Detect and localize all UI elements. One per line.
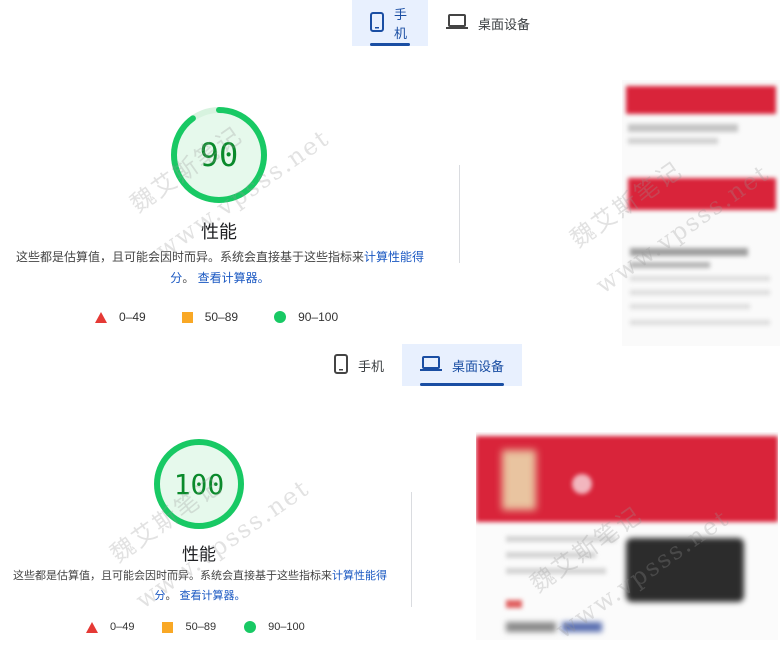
triangle-icon <box>86 621 98 633</box>
triangle-icon <box>95 311 107 323</box>
tab-mobile-label: 手机 <box>358 358 385 374</box>
device-tabs-top: 手机 桌面设备 <box>352 0 548 46</box>
legend-average: 50–89 <box>162 621 216 633</box>
legend-pass-label: 90–100 <box>268 621 305 633</box>
legend-fail-label: 0–49 <box>119 310 146 324</box>
square-icon <box>181 311 193 323</box>
tab-desktop-label: 桌面设备 <box>478 16 531 32</box>
section-divider-bottom <box>411 492 412 607</box>
view-calculator-link[interactable]: 查看计算器。 <box>198 271 270 285</box>
legend-fail-label: 0–49 <box>110 621 135 633</box>
phone-icon <box>334 353 348 377</box>
score-legend-mobile: 0–49 50–89 90–100 <box>95 310 374 324</box>
legend-fail: 0–49 <box>95 310 146 324</box>
square-icon <box>162 621 174 633</box>
tab-mobile[interactable]: 手机 <box>352 0 428 46</box>
tab-mobile-label: 手机 <box>394 7 408 41</box>
desc-text: 这些都是估算值，且可能会因时而异。系统会直接基于这些指标来 <box>15 250 364 264</box>
legend-average: 50–89 <box>181 310 239 324</box>
tab-desktop-label: 桌面设备 <box>452 358 505 374</box>
legend-pass: 90–100 <box>274 310 338 324</box>
laptop-icon <box>420 355 443 375</box>
tab-desktop[interactable]: 桌面设备 <box>428 0 548 46</box>
legend-pass-label: 90–100 <box>298 310 339 324</box>
legend-average-label: 50–89 <box>185 621 217 633</box>
circle-icon <box>274 311 287 323</box>
section-divider-top <box>459 165 460 263</box>
score-description-mobile: 这些都是估算值，且可能会因时而异。系统会直接基于这些指标来计算性能得分。 查看计… <box>10 247 430 289</box>
circle-icon <box>244 621 257 633</box>
legend-pass: 90–100 <box>244 621 305 633</box>
view-calculator-link[interactable]: 查看计算器。 <box>180 590 246 602</box>
legend-average-label: 50–89 <box>204 310 239 324</box>
laptop-icon <box>446 13 468 33</box>
score-legend-desktop: 0–49 50–89 90–100 <box>86 621 305 633</box>
phone-icon <box>370 11 384 35</box>
device-tabs-bottom: 手机 桌面设备 <box>316 344 523 386</box>
legend-fail: 0–49 <box>86 621 134 633</box>
tab-desktop[interactable]: 桌面设备 <box>402 344 523 386</box>
desc-punct: 。 <box>182 271 195 285</box>
tab-mobile[interactable]: 手机 <box>316 344 402 386</box>
